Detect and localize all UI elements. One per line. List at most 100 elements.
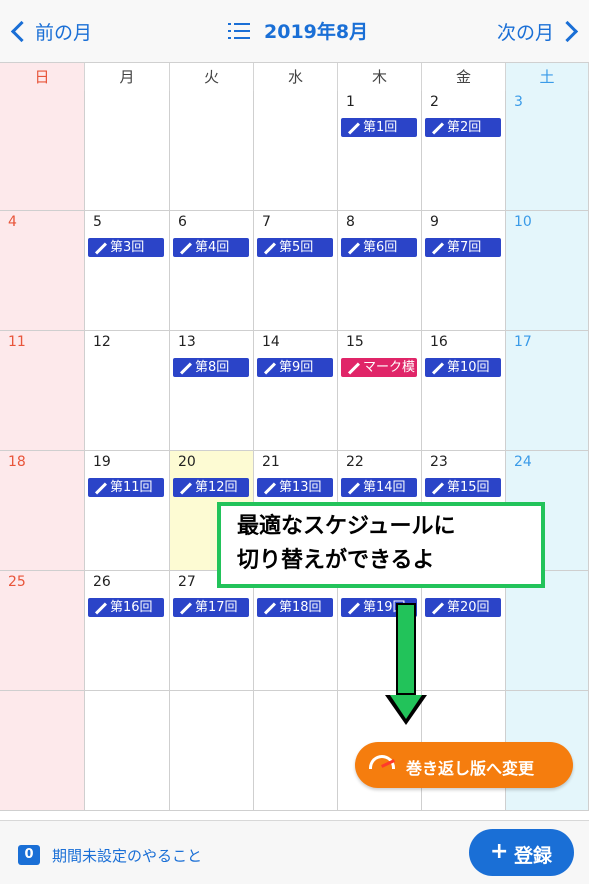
day-number: 17 bbox=[514, 334, 532, 350]
pencil-icon bbox=[178, 362, 192, 373]
study-session-event[interactable]: 第9回 bbox=[257, 358, 333, 377]
weekday-label: 金 bbox=[422, 63, 506, 92]
study-session-event[interactable]: 第8回 bbox=[173, 358, 249, 377]
calendar-day-cell[interactable] bbox=[170, 91, 254, 211]
event-label: 第6回 bbox=[363, 240, 398, 255]
calendar-day-cell[interactable]: 18 bbox=[0, 451, 85, 571]
calendar-day-cell[interactable] bbox=[0, 91, 85, 211]
day-number: 20 bbox=[178, 454, 196, 470]
event-label: 第16回 bbox=[110, 600, 153, 615]
next-month-label: 次の月 bbox=[496, 22, 554, 44]
event-label: 第17回 bbox=[195, 600, 238, 615]
study-session-event[interactable]: 第20回 bbox=[425, 598, 501, 617]
day-number: 3 bbox=[514, 94, 523, 110]
day-number: 27 bbox=[178, 574, 196, 590]
calendar-day-cell[interactable]: 27 第17回 bbox=[170, 571, 254, 691]
next-month-button[interactable]: 次の月 bbox=[496, 18, 579, 45]
event-label: 第10回 bbox=[447, 360, 490, 375]
calendar-day-cell[interactable]: 15 マーク模 bbox=[338, 331, 422, 451]
callout-box: 最適なスケジュールに 切り替えができるよ bbox=[217, 502, 545, 588]
calendar-day-cell[interactable]: 14 第9回 bbox=[254, 331, 338, 451]
calendar-day-cell[interactable] bbox=[506, 571, 589, 691]
study-session-event[interactable]: 第7回 bbox=[425, 238, 501, 257]
calendar-day-cell[interactable]: 25 bbox=[0, 571, 85, 691]
calendar-day-cell[interactable] bbox=[85, 691, 170, 811]
pencil-icon bbox=[346, 122, 360, 133]
unscheduled-todo-link[interactable]: 期間未設定のやること bbox=[52, 845, 202, 866]
day-number: 5 bbox=[93, 214, 102, 230]
calendar-day-cell[interactable]: 10 bbox=[506, 211, 589, 331]
day-number: 10 bbox=[514, 214, 532, 230]
pencil-icon bbox=[262, 362, 276, 373]
calendar-day-cell[interactable]: 13 第8回 bbox=[170, 331, 254, 451]
calendar-day-cell[interactable]: 17 bbox=[506, 331, 589, 451]
study-session-event[interactable]: 第12回 bbox=[173, 478, 249, 497]
study-session-event[interactable]: 第17回 bbox=[173, 598, 249, 617]
calendar-day-cell[interactable]: 12 bbox=[85, 331, 170, 451]
calendar-day-cell[interactable] bbox=[254, 691, 338, 811]
day-number: 19 bbox=[93, 454, 111, 470]
weekday-label: 月 bbox=[85, 63, 170, 92]
callout-line-2: 切り替えができるよ bbox=[237, 548, 435, 573]
calendar-day-cell[interactable] bbox=[0, 691, 85, 811]
calendar-day-cell[interactable]: 3 bbox=[506, 91, 589, 211]
calendar-day-cell[interactable]: 11 bbox=[0, 331, 85, 451]
register-button[interactable]: + 登録 bbox=[469, 829, 574, 876]
study-session-event[interactable]: 第14回 bbox=[341, 478, 417, 497]
down-arrow-icon bbox=[396, 603, 416, 695]
event-label: 第4回 bbox=[195, 240, 230, 255]
pencil-icon bbox=[262, 602, 276, 613]
event-label: 第9回 bbox=[279, 360, 314, 375]
day-number: 23 bbox=[430, 454, 448, 470]
calendar-day-cell[interactable]: 26 第16回 bbox=[85, 571, 170, 691]
pencil-icon bbox=[346, 362, 360, 373]
event-label: 第14回 bbox=[363, 480, 406, 495]
calendar-day-cell[interactable]: 4 bbox=[0, 211, 85, 331]
weekday-label: 土 bbox=[506, 63, 589, 92]
calendar-day-cell[interactable]: 6 第4回 bbox=[170, 211, 254, 331]
list-icon[interactable] bbox=[228, 22, 250, 40]
study-session-event[interactable]: 第6回 bbox=[341, 238, 417, 257]
calendar-day-cell[interactable]: 9 第7回 bbox=[422, 211, 506, 331]
rewind-version-button[interactable]: 巻き返し版へ変更 bbox=[355, 742, 573, 788]
month-title[interactable]: 2019年8月 bbox=[264, 17, 368, 44]
calendar-day-cell[interactable]: 第20回 bbox=[422, 571, 506, 691]
calendar-day-cell[interactable]: 第18回 bbox=[254, 571, 338, 691]
study-session-event[interactable]: 第10回 bbox=[425, 358, 501, 377]
calendar-day-cell[interactable]: 2 第2回 bbox=[422, 91, 506, 211]
day-number: 18 bbox=[8, 454, 26, 470]
study-session-event[interactable]: 第5回 bbox=[257, 238, 333, 257]
calendar-day-cell[interactable] bbox=[254, 91, 338, 211]
day-number: 6 bbox=[178, 214, 187, 230]
study-session-event[interactable]: マーク模 bbox=[341, 358, 417, 377]
todo-count-badge[interactable]: 0 bbox=[18, 845, 40, 865]
day-number: 24 bbox=[514, 454, 532, 470]
event-label: 第1回 bbox=[363, 120, 398, 135]
calendar-day-cell[interactable]: 1 第1回 bbox=[338, 91, 422, 211]
study-session-event[interactable]: 第3回 bbox=[88, 238, 164, 257]
study-session-event[interactable]: 第4回 bbox=[173, 238, 249, 257]
calendar-day-cell[interactable]: 16 第10回 bbox=[422, 331, 506, 451]
study-session-event[interactable]: 第1回 bbox=[341, 118, 417, 137]
study-session-event[interactable]: 第15回 bbox=[425, 478, 501, 497]
calendar-day-cell[interactable]: 7 第5回 bbox=[254, 211, 338, 331]
calendar-day-cell[interactable] bbox=[85, 91, 170, 211]
down-arrow-head-fill bbox=[390, 695, 422, 719]
study-session-event[interactable]: 第16回 bbox=[88, 598, 164, 617]
day-number: 22 bbox=[346, 454, 364, 470]
day-number: 1 bbox=[346, 94, 355, 110]
study-session-event[interactable]: 第18回 bbox=[257, 598, 333, 617]
study-session-event[interactable]: 第11回 bbox=[88, 478, 164, 497]
study-session-event[interactable]: 第2回 bbox=[425, 118, 501, 137]
prev-month-label: 前の月 bbox=[35, 22, 93, 44]
pencil-icon bbox=[430, 122, 444, 133]
calendar-day-cell[interactable]: 8 第6回 bbox=[338, 211, 422, 331]
calendar-day-cell[interactable]: 19 第11回 bbox=[85, 451, 170, 571]
event-label: 第11回 bbox=[110, 480, 153, 495]
study-session-event[interactable]: 第13回 bbox=[257, 478, 333, 497]
prev-month-button[interactable]: 前の月 bbox=[10, 18, 93, 45]
pencil-icon bbox=[178, 482, 192, 493]
calendar-day-cell[interactable]: 5 第3回 bbox=[85, 211, 170, 331]
calendar-day-cell[interactable] bbox=[170, 691, 254, 811]
weekday-label: 日 bbox=[0, 63, 85, 92]
